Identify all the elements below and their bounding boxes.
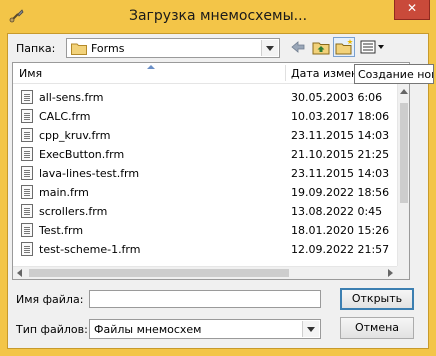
sort-ascending-icon bbox=[147, 65, 155, 69]
filetype-label: Тип файлов: bbox=[16, 323, 88, 336]
folder-icon bbox=[71, 43, 87, 55]
close-button[interactable]: ✕ bbox=[394, 0, 430, 20]
list-item[interactable]: main.frm 19.09.2022 18:56 bbox=[13, 183, 397, 202]
file-date: 13.08.2022 0:45 bbox=[291, 205, 383, 218]
up-folder-icon[interactable] bbox=[310, 37, 332, 57]
file-icon bbox=[21, 147, 33, 161]
close-icon: ✕ bbox=[406, 1, 418, 15]
tooltip: Создание новой папки bbox=[354, 64, 434, 84]
file-icon bbox=[21, 185, 33, 199]
list-item[interactable]: lava-lines-test.frm 23.11.2015 14:03 bbox=[13, 164, 397, 183]
file-date: 10.03.2017 18:06 bbox=[291, 110, 390, 123]
file-date: 23.11.2015 14:03 bbox=[291, 167, 390, 180]
lookin-combo[interactable]: Forms bbox=[66, 38, 280, 58]
back-arrow-icon[interactable] bbox=[287, 37, 309, 57]
chevron-down-icon[interactable] bbox=[261, 40, 278, 56]
vertical-scroll-thumb[interactable] bbox=[400, 103, 408, 203]
file-name: all-sens.frm bbox=[39, 91, 104, 104]
file-date: 19.09.2022 18:56 bbox=[291, 186, 390, 199]
file-icon bbox=[21, 223, 33, 237]
list-item[interactable]: test-scheme-1.frm 12.09.2022 21:57 bbox=[13, 240, 397, 259]
file-name: CALC.frm bbox=[39, 110, 91, 123]
new-folder-icon[interactable] bbox=[333, 37, 355, 57]
filename-label: Имя файла: bbox=[16, 293, 84, 306]
file-name: cpp_kruv.frm bbox=[39, 129, 111, 142]
lookin-label: Папка: bbox=[16, 42, 56, 55]
file-icon bbox=[21, 90, 33, 104]
list-header: Имя Дата изменения bbox=[13, 63, 409, 84]
list-item[interactable]: all-sens.frm 30.05.2003 6:06 bbox=[13, 88, 397, 107]
list-item[interactable]: cpp_kruv.frm 23.11.2015 14:03 bbox=[13, 126, 397, 145]
list-item[interactable]: scrollers.frm 13.08.2022 0:45 bbox=[13, 202, 397, 221]
title-bar[interactable]: Загрузка мнемосхемы... ✕ bbox=[0, 0, 436, 34]
file-icon bbox=[21, 242, 33, 256]
scroll-right-icon[interactable] bbox=[388, 269, 393, 277]
list-item[interactable]: CALC.frm 10.03.2017 18:06 bbox=[13, 107, 397, 126]
column-separator[interactable] bbox=[285, 65, 286, 81]
scroll-up-icon[interactable] bbox=[400, 89, 408, 94]
vertical-scrollbar[interactable] bbox=[397, 83, 409, 279]
horizontal-scroll-thumb[interactable] bbox=[29, 269, 289, 277]
scroll-left-icon[interactable] bbox=[17, 269, 22, 277]
file-icon bbox=[21, 166, 33, 180]
file-name: scrollers.frm bbox=[39, 205, 108, 218]
file-list[interactable]: Имя Дата изменения all-sens.frm 30.05.20… bbox=[12, 62, 410, 280]
file-date: 23.11.2015 14:03 bbox=[291, 129, 390, 142]
chevron-down-icon[interactable] bbox=[302, 321, 319, 337]
window-title: Загрузка мнемосхемы... bbox=[128, 8, 308, 24]
open-button[interactable]: Открыть bbox=[340, 288, 414, 310]
cancel-button[interactable]: Отмена bbox=[340, 317, 414, 339]
file-name: test-scheme-1.frm bbox=[39, 243, 141, 256]
file-date: 18.01.2020 15:26 bbox=[291, 224, 390, 237]
file-icon bbox=[21, 109, 33, 123]
file-date: 21.10.2015 21:25 bbox=[291, 148, 390, 161]
list-item[interactable]: ExecButton.frm 21.10.2015 21:25 bbox=[13, 145, 397, 164]
horizontal-scrollbar[interactable] bbox=[13, 266, 397, 279]
lookin-value: Forms bbox=[91, 42, 125, 55]
file-date: 12.09.2022 21:57 bbox=[291, 243, 390, 256]
file-icon bbox=[21, 204, 33, 218]
list-item[interactable]: Test.frm 18.01.2020 15:26 bbox=[13, 221, 397, 240]
file-icon bbox=[21, 128, 33, 142]
filename-input[interactable] bbox=[89, 290, 321, 308]
file-date: 30.05.2003 6:06 bbox=[291, 91, 383, 104]
view-menu-icon[interactable] bbox=[358, 37, 386, 57]
filetype-combo[interactable]: Файлы мнемосхем bbox=[89, 319, 321, 339]
file-name: Test.frm bbox=[39, 224, 84, 237]
column-name-header[interactable]: Имя bbox=[19, 67, 42, 80]
dialog-window: Загрузка мнемосхемы... ✕ Папка: Forms Им… bbox=[0, 0, 436, 356]
filetype-value: Файлы мнемосхем bbox=[94, 323, 202, 336]
file-name: lava-lines-test.frm bbox=[39, 167, 140, 180]
scrollbar-corner bbox=[397, 266, 409, 279]
file-name: main.frm bbox=[39, 186, 89, 199]
file-name: ExecButton.frm bbox=[39, 148, 125, 161]
